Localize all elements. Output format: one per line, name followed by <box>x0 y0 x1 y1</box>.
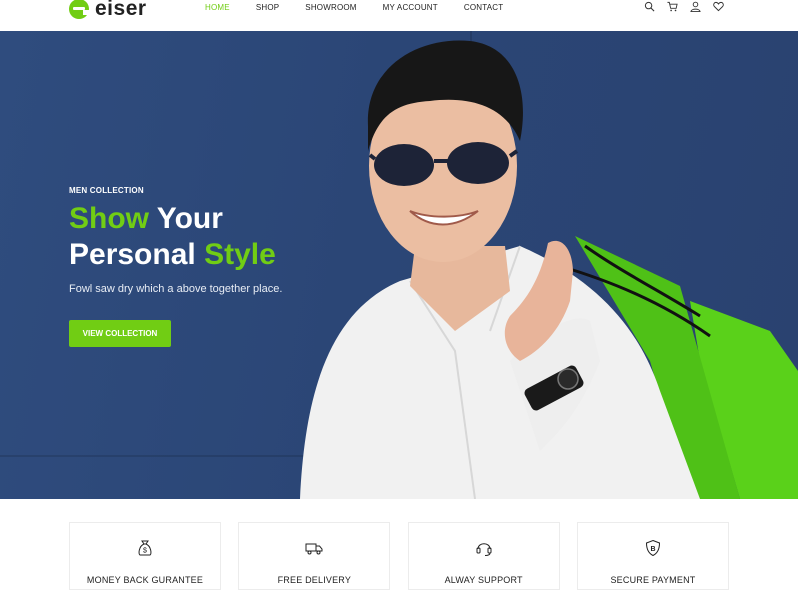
nav-item-contact[interactable]: CONTACT <box>464 3 503 12</box>
header-tools <box>643 0 735 12</box>
feature-card-support: ALWAY SUPPORT <box>407 522 560 590</box>
nav-item-shop[interactable]: SHOP <box>256 3 279 12</box>
features-row: $ MONEY BACK GURANTEE FREE DELIVERY ALWA… <box>69 522 729 590</box>
nav-item-my-account[interactable]: MY ACCOUNT <box>383 3 438 12</box>
hero-eyebrow: MEN COLLECTION <box>69 186 144 195</box>
feature-label: SECURE PAYMENT <box>610 575 696 585</box>
hero-banner: MEN COLLECTION Show Your Personal Style … <box>0 31 798 499</box>
cart-icon[interactable] <box>666 0 678 12</box>
logo-text: eiser <box>95 0 147 20</box>
nav-item-showroom[interactable]: SHOWROOM <box>305 3 356 12</box>
hero-title-word: Style <box>204 238 276 271</box>
heart-icon[interactable] <box>712 0 724 12</box>
hero-title-word: Show <box>69 202 149 235</box>
search-icon[interactable] <box>643 0 655 12</box>
feature-label: FREE DELIVERY <box>277 575 352 585</box>
feature-card-free-delivery: FREE DELIVERY <box>238 522 391 590</box>
hero-title-word: Your <box>156 202 223 235</box>
feature-label: ALWAY SUPPORT <box>444 575 523 585</box>
logo[interactable]: eiser <box>69 0 147 21</box>
feature-card-secure-payment: B SECURE PAYMENT <box>576 522 729 590</box>
nav-item-home[interactable]: HOME <box>205 3 230 12</box>
svg-text:B: B <box>650 546 655 553</box>
headset-icon <box>474 538 494 558</box>
money-bag-icon: $ <box>135 538 155 558</box>
hero-title: Show Your Personal Style <box>69 201 276 273</box>
truck-icon <box>304 538 324 558</box>
feature-card-money-back: $ MONEY BACK GURANTEE <box>69 522 221 590</box>
site-header: eiser HOME SHOP SHOWROOM MY ACCOUNT CONT… <box>0 0 798 31</box>
svg-text:$: $ <box>143 548 147 555</box>
main-nav: HOME SHOP SHOWROOM MY ACCOUNT CONTACT <box>205 3 529 12</box>
feature-label: MONEY BACK GURANTEE <box>86 575 204 585</box>
shield-icon: B <box>643 538 663 558</box>
hero-subtitle: Fowl saw dry which a above together plac… <box>69 283 283 295</box>
user-icon[interactable] <box>689 0 701 12</box>
hero-title-word: Personal <box>69 238 196 271</box>
logo-mark-icon <box>69 0 89 19</box>
view-collection-button[interactable]: VIEW COLLECTION <box>69 320 171 347</box>
